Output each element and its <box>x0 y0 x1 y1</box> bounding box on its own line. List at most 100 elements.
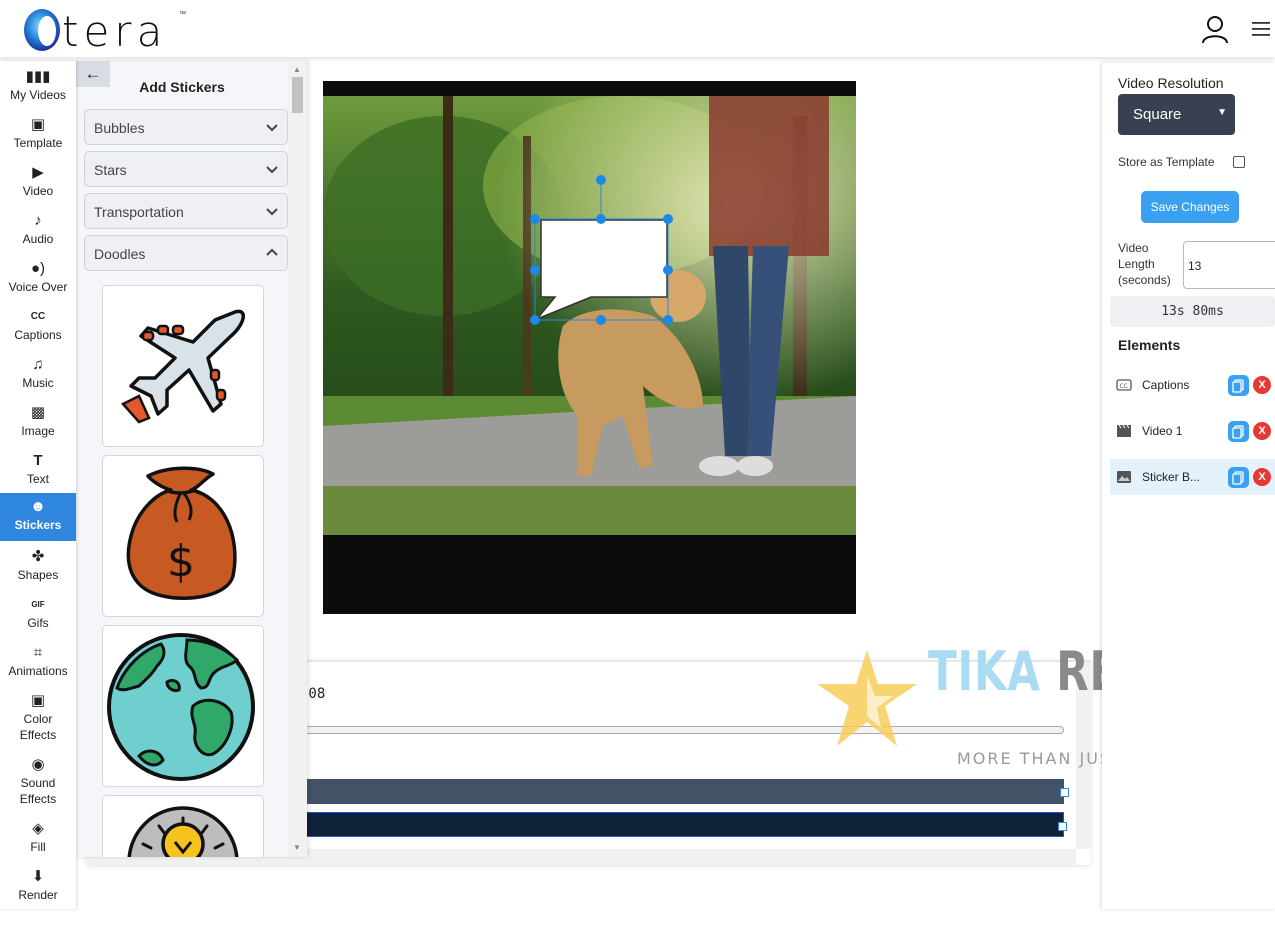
properties-panel: Video Resolution Square ▼ Store as Templ… <box>1102 63 1275 909</box>
nav-color-effects[interactable]: ▣ Color Effects <box>0 691 76 747</box>
voice-over-icon: ●) <box>30 260 46 277</box>
category-transportation[interactable]: Transportation <box>84 193 288 229</box>
element-name: Sticker B... <box>1142 470 1201 484</box>
film-strip-icon: ▮▮▮ <box>25 68 51 85</box>
nav-render[interactable]: ⬇ Render <box>0 867 76 913</box>
duplicate-button[interactable] <box>1228 467 1249 488</box>
paint-bucket-icon: ◈ <box>32 820 44 837</box>
left-navigation: ▮▮▮ My Videos ▣ Template ▶ Video ♪ Audio… <box>0 61 76 909</box>
nav-voice-over[interactable]: ●) Voice Over <box>0 259 76 305</box>
svg-text:$: $ <box>167 536 195 587</box>
scrollbar-thumb[interactable] <box>292 77 303 113</box>
nav-label: Fill <box>30 840 46 854</box>
track-resize-handle[interactable] <box>1060 788 1069 797</box>
play-box-icon: ▶ <box>32 164 44 181</box>
track-resize-handle[interactable] <box>1058 822 1067 831</box>
save-changes-button[interactable]: Save Changes <box>1141 191 1239 223</box>
image-icon <box>1117 471 1131 483</box>
category-label: Transportation <box>94 204 184 220</box>
video-length-label: Video Length (seconds) <box>1118 241 1171 287</box>
element-row-sticker[interactable]: Sticker B... X <box>1110 459 1275 495</box>
nav-label: Stickers <box>14 518 62 532</box>
music-note-icon: ♪ <box>34 212 42 229</box>
globe-sticker-icon <box>107 633 255 781</box>
category-label: Doodles <box>94 246 146 262</box>
svg-text:CC: CC <box>1120 383 1128 390</box>
panel-title: Add Stickers <box>139 79 225 95</box>
element-row-captions[interactable]: CC Captions X <box>1110 367 1275 403</box>
nav-label: Music <box>22 376 54 390</box>
copy-icon <box>1232 425 1244 439</box>
nav-shapes[interactable]: ✤ Shapes <box>0 547 76 593</box>
chevron-down-icon: ▼ <box>1217 107 1227 118</box>
category-bubbles[interactable]: Bubbles <box>84 109 288 145</box>
category-stars[interactable]: Stars <box>84 151 288 187</box>
clapperboard-icon <box>1117 424 1131 437</box>
resolution-value: Square <box>1133 106 1182 123</box>
element-name: Captions <box>1142 378 1190 392</box>
delete-button[interactable]: X <box>1253 376 1271 394</box>
timeline-track-sticker[interactable] <box>300 812 1064 837</box>
nav-label: Gifs <box>27 616 49 630</box>
duration-display: 13s 80ms <box>1110 296 1275 327</box>
nav-video[interactable]: ▶ Video <box>0 163 76 209</box>
category-label: Bubbles <box>94 120 145 136</box>
nav-template[interactable]: ▣ Template <box>0 115 76 161</box>
scroll-down-arrow-icon[interactable]: ▼ <box>293 843 301 852</box>
sticker-lightbulb[interactable] <box>102 795 264 857</box>
element-row-video[interactable]: Video 1 X <box>1110 413 1275 449</box>
user-icon[interactable] <box>1200 14 1230 44</box>
nav-gifs[interactable]: GIF Gifs <box>0 595 76 641</box>
nav-text[interactable]: T Text <box>0 451 76 497</box>
logo-wordmark: tera <box>62 7 168 56</box>
nav-audio[interactable]: ♪ Audio <box>0 211 76 257</box>
nav-fill[interactable]: ◈ Fill <box>0 819 76 865</box>
shapes-icon: ✤ <box>31 548 45 565</box>
nav-sound-effects[interactable]: ◉ Sound Effects <box>0 755 76 811</box>
category-doodles[interactable]: Doodles <box>84 235 288 271</box>
sticker-money-bag[interactable]: $ <box>102 455 264 617</box>
sticker-airplane[interactable] <box>102 285 264 447</box>
nav-stickers[interactable]: ☻ Stickers <box>0 493 76 541</box>
duplicate-button[interactable] <box>1228 421 1249 442</box>
logo-trademark: ™ <box>179 11 186 18</box>
panel-scrollbar[interactable]: ▲ ▼ <box>288 61 307 857</box>
nav-label: Animations <box>8 664 68 678</box>
nav-label: Audio <box>22 232 54 246</box>
nav-image[interactable]: ▩ Image <box>0 403 76 449</box>
sound-effects-icon: ◉ <box>31 756 45 773</box>
timeline-track-video[interactable] <box>300 779 1064 804</box>
tera-logo-icon <box>24 9 60 51</box>
elements-heading: Elements <box>1118 337 1181 353</box>
nav-animations[interactable]: ⌗ Animations <box>0 643 76 689</box>
delete-button[interactable]: X <box>1253 468 1271 486</box>
video-canvas[interactable] <box>323 81 856 614</box>
nav-my-videos[interactable]: ▮▮▮ My Videos <box>0 67 76 113</box>
watermark-tika: TIKA <box>928 640 1041 703</box>
nav-captions[interactable]: CC Captions <box>0 307 76 353</box>
delete-button[interactable]: X <box>1253 422 1271 440</box>
duplicate-button[interactable] <box>1228 375 1249 396</box>
store-template-checkbox[interactable] <box>1233 156 1245 168</box>
nav-label: Sound <box>20 776 56 790</box>
chevron-down-icon <box>266 166 278 174</box>
sticker-globe[interactable] <box>102 625 264 787</box>
nav-label: Video <box>22 184 54 198</box>
scroll-up-arrow-icon[interactable]: ▲ <box>293 65 301 74</box>
image-icon: ▩ <box>30 404 46 421</box>
nav-label: Effects <box>19 728 57 742</box>
timeline-slider[interactable] <box>296 726 1064 734</box>
video-length-input[interactable]: 13 <box>1183 241 1275 289</box>
money-bag-sticker-icon: $ <box>126 466 237 600</box>
smiley-icon: ☻ <box>30 498 46 515</box>
tera-logo[interactable]: tera ™ <box>22 5 192 56</box>
nav-label: My Videos <box>10 88 66 102</box>
store-template-label: Store as Template <box>1118 155 1215 169</box>
hamburger-menu-icon[interactable] <box>1251 20 1271 38</box>
nav-label: Voice Over <box>8 280 68 294</box>
nav-music[interactable]: ♫ Music <box>0 355 76 401</box>
chevron-down-icon <box>266 208 278 216</box>
app-header: tera ™ <box>0 0 1275 57</box>
text-t-icon: T <box>33 452 43 469</box>
resolution-select[interactable]: Square ▼ <box>1118 94 1235 135</box>
